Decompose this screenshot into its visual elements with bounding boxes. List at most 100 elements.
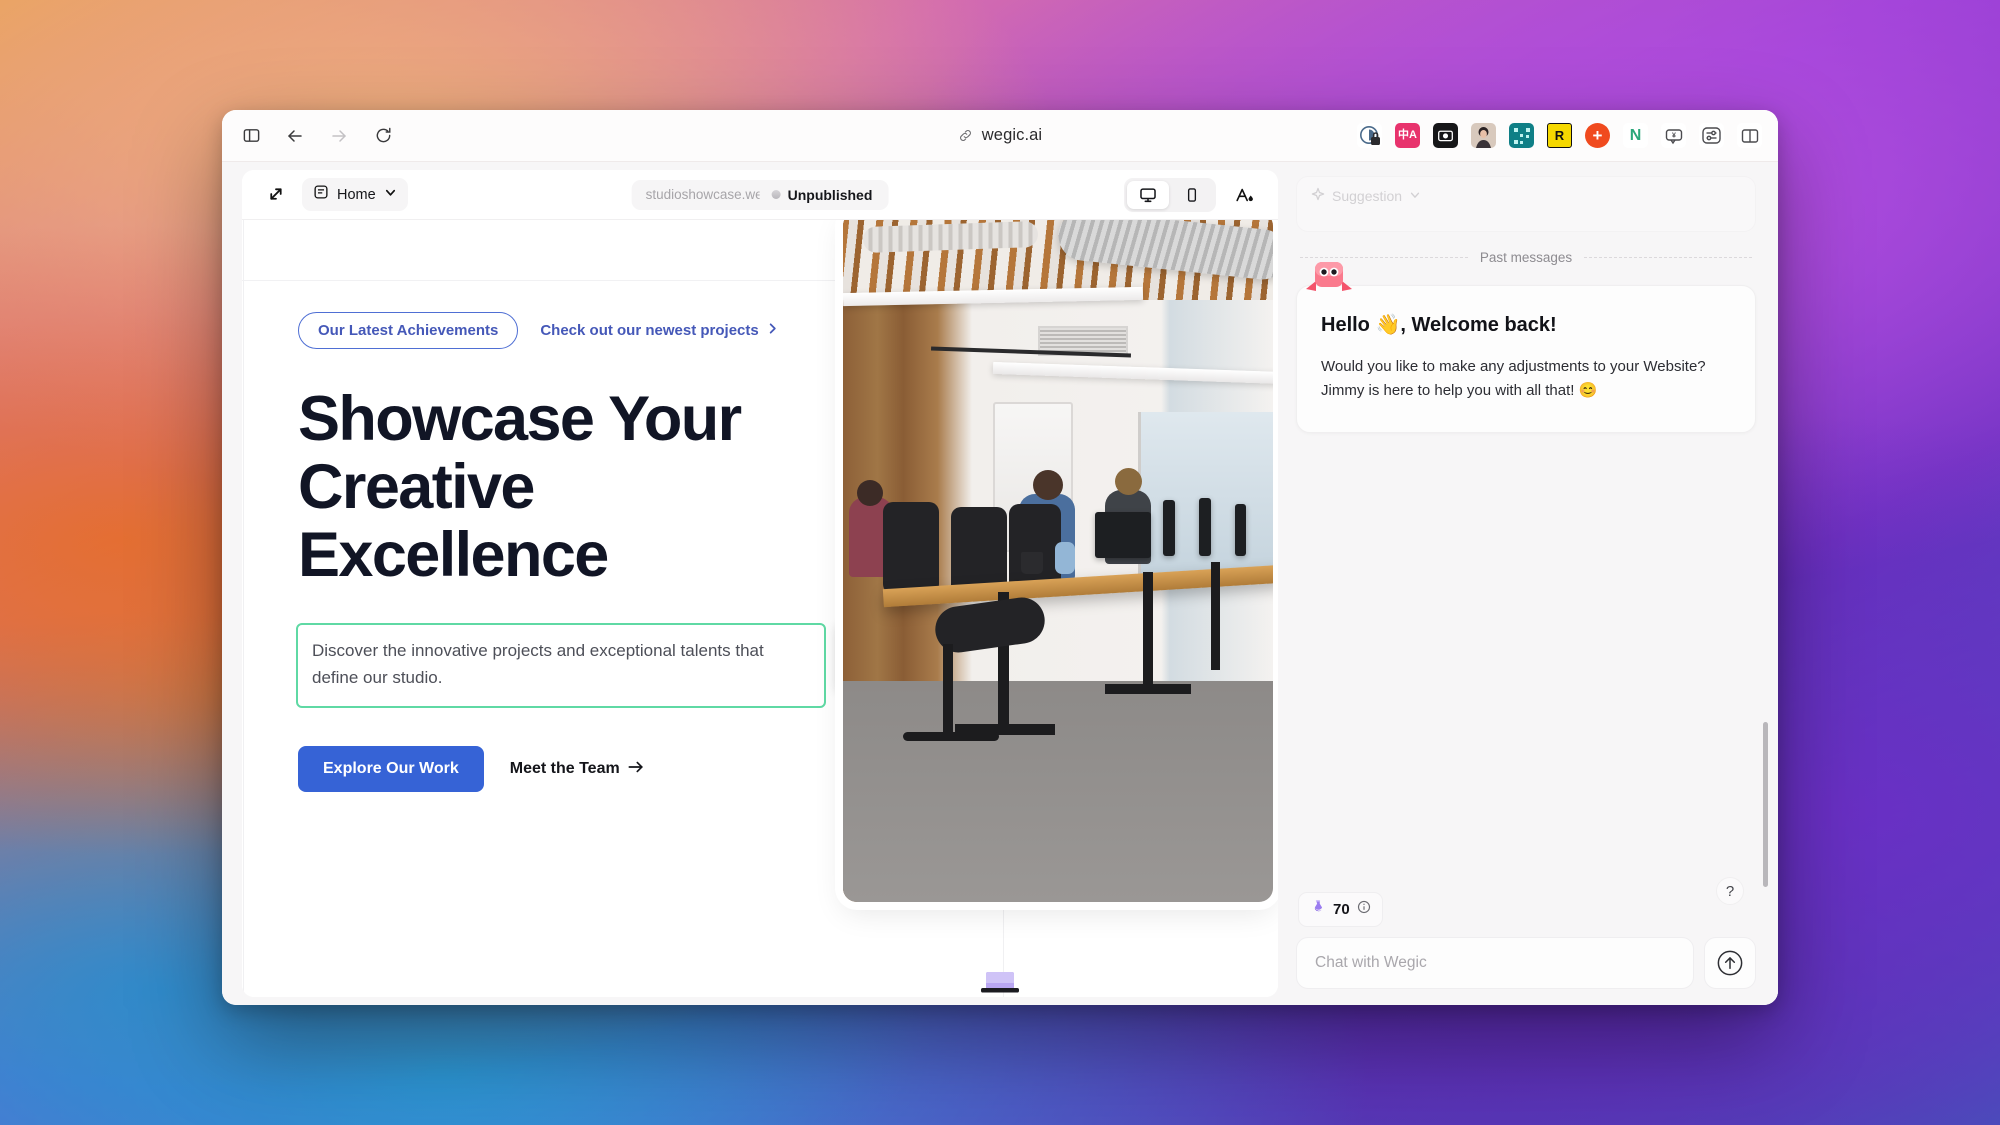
hero-image-chair-base bbox=[942, 644, 953, 736]
publish-status-label: Unpublished bbox=[787, 186, 873, 203]
hero-image-desk-leg bbox=[1210, 562, 1220, 670]
hero-content: Our Latest Achievements Check out our ne… bbox=[242, 220, 872, 997]
hero-image-person bbox=[856, 480, 883, 506]
app-shell: Home studioshowcase.wegic Unpublished bbox=[222, 162, 1778, 1005]
laptop-icon[interactable] bbox=[980, 969, 1020, 995]
hero-section: Our Latest Achievements Check out our ne… bbox=[242, 220, 1278, 997]
chat-input-row bbox=[1296, 937, 1756, 989]
suggestion-card: Suggestion bbox=[1296, 176, 1756, 232]
newest-projects-label: Check out our newest projects bbox=[540, 322, 759, 339]
chat-scrollbar[interactable] bbox=[1763, 722, 1768, 887]
qr-code-icon[interactable] bbox=[1509, 123, 1534, 148]
chevron-down-icon bbox=[384, 186, 397, 204]
hero-description-wrap: Discover the innovative projects and exc… bbox=[296, 621, 872, 709]
hero-badge-row: Our Latest Achievements Check out our ne… bbox=[298, 312, 833, 349]
chat-message-body: Would you like to make any adjustments t… bbox=[1321, 358, 1706, 400]
avatar-extension-icon[interactable] bbox=[1471, 123, 1496, 148]
device-mobile-button[interactable] bbox=[1171, 181, 1213, 209]
site-status-group: studioshowcase.wegic Unpublished bbox=[631, 179, 889, 210]
hero-image-area bbox=[833, 220, 1278, 997]
past-messages-divider: Past messages bbox=[1300, 250, 1753, 265]
publish-status-dot bbox=[771, 190, 781, 199]
sidebar-toggle-icon[interactable] bbox=[238, 123, 264, 149]
arrow-right-icon bbox=[628, 760, 644, 779]
chat-message-bubble: Hello 👋, Welcome back! Would you like to… bbox=[1296, 285, 1756, 433]
svg-text:¥: ¥ bbox=[1672, 132, 1676, 139]
hero-image-bottle bbox=[1054, 542, 1075, 574]
hero-image-chair bbox=[882, 502, 939, 594]
hero-title[interactable]: Showcase Your Creative Excellence bbox=[298, 385, 818, 589]
suggestion-dropdown[interactable]: Suggestion bbox=[1311, 187, 1421, 204]
info-icon[interactable] bbox=[1357, 900, 1371, 919]
chat-message-greeting: Hello 👋, Welcome back! bbox=[1321, 314, 1557, 336]
hero-image-monitor bbox=[1162, 500, 1175, 556]
device-toggle bbox=[1124, 177, 1216, 212]
settings-extension-icon[interactable] bbox=[1699, 123, 1724, 148]
chevron-right-icon bbox=[766, 322, 779, 339]
potion-icon bbox=[1310, 899, 1326, 920]
readwise-icon[interactable]: R bbox=[1547, 123, 1572, 148]
suggestion-label: Suggestion bbox=[1332, 187, 1403, 204]
meet-the-team-label: Meet the Team bbox=[509, 760, 620, 778]
site-domain[interactable]: studioshowcase.wegic bbox=[632, 180, 760, 209]
readwise-label: R bbox=[1554, 128, 1565, 143]
url-text: wegic.ai bbox=[981, 126, 1043, 144]
browser-toolbar: wegic.ai 中A R + N ¥ bbox=[222, 110, 1778, 162]
comment-extension-icon[interactable]: ¥ bbox=[1661, 123, 1686, 148]
site-canvas[interactable]: Our Latest Achievements Check out our ne… bbox=[242, 220, 1278, 997]
meet-the-team-link[interactable]: Meet the Team bbox=[510, 760, 644, 779]
translate-icon[interactable]: 中A bbox=[1395, 123, 1420, 148]
chevron-down-icon bbox=[1409, 188, 1421, 204]
credits-value: 70 bbox=[1333, 901, 1350, 918]
divider-line bbox=[1584, 257, 1753, 258]
sparkle-icon bbox=[1311, 187, 1325, 204]
publish-status-badge[interactable]: Unpublished bbox=[760, 180, 889, 210]
chat-message-block: Hello 👋, Welcome back! Would you like to… bbox=[1296, 262, 1756, 433]
hero-image-desk-leg bbox=[1104, 684, 1191, 694]
hero-image-person bbox=[1114, 468, 1142, 495]
hero-image-monitor bbox=[1198, 498, 1211, 556]
device-desktop-button[interactable] bbox=[1127, 180, 1169, 209]
chat-spacer bbox=[1296, 433, 1756, 892]
notion-label: N bbox=[1629, 126, 1642, 144]
browser-nav-group bbox=[238, 123, 396, 149]
send-button[interactable] bbox=[1704, 937, 1756, 989]
editor-toolbar: Home studioshowcase.wegic Unpublished bbox=[242, 170, 1278, 220]
hero-image-window bbox=[1137, 412, 1273, 582]
page-selector-label: Home bbox=[337, 186, 376, 203]
add-extension-label: + bbox=[1592, 126, 1603, 145]
url-bar[interactable]: wegic.ai bbox=[942, 122, 1058, 149]
screenshot-icon[interactable] bbox=[1433, 123, 1458, 148]
help-button[interactable]: ? bbox=[1716, 877, 1744, 905]
hero-image-monitor bbox=[1234, 504, 1246, 556]
page-icon bbox=[313, 184, 329, 205]
page-selector[interactable]: Home bbox=[302, 178, 408, 211]
hero-image-person bbox=[1032, 470, 1063, 500]
notion-icon[interactable]: N bbox=[1623, 123, 1648, 148]
reload-icon[interactable] bbox=[370, 123, 396, 149]
robot-avatar bbox=[1302, 259, 1356, 301]
device-group bbox=[1124, 177, 1260, 212]
chat-input[interactable] bbox=[1296, 937, 1694, 989]
split-view-icon[interactable] bbox=[1737, 123, 1762, 148]
hero-description[interactable]: Discover the innovative projects and exc… bbox=[296, 623, 826, 709]
add-extension-icon[interactable]: + bbox=[1585, 123, 1610, 148]
past-messages-label: Past messages bbox=[1479, 250, 1573, 265]
privacy-badger-icon[interactable] bbox=[1357, 123, 1382, 148]
forward-icon[interactable] bbox=[326, 123, 352, 149]
text-style-icon[interactable] bbox=[1228, 180, 1260, 210]
newest-projects-link[interactable]: Check out our newest projects bbox=[540, 322, 778, 339]
achievements-badge[interactable]: Our Latest Achievements bbox=[298, 312, 519, 349]
hero-image-monitor bbox=[1094, 512, 1151, 558]
credits-badge[interactable]: 70 bbox=[1298, 892, 1383, 927]
collapse-panel-icon[interactable] bbox=[260, 180, 290, 210]
hero-image[interactable] bbox=[842, 220, 1273, 902]
hero-image-mug bbox=[1020, 552, 1043, 574]
chat-sidebar: Suggestion Past messages Hello 👋, Welcom… bbox=[1278, 162, 1778, 1005]
hero-image-desk-leg bbox=[1142, 572, 1153, 687]
back-icon[interactable] bbox=[282, 123, 308, 149]
hero-cta-row: Explore Our Work Meet the Team bbox=[298, 746, 833, 793]
link-icon bbox=[958, 128, 973, 143]
browser-extensions: 中A R + N ¥ bbox=[1357, 123, 1762, 148]
explore-our-work-button[interactable]: Explore Our Work bbox=[298, 746, 484, 793]
